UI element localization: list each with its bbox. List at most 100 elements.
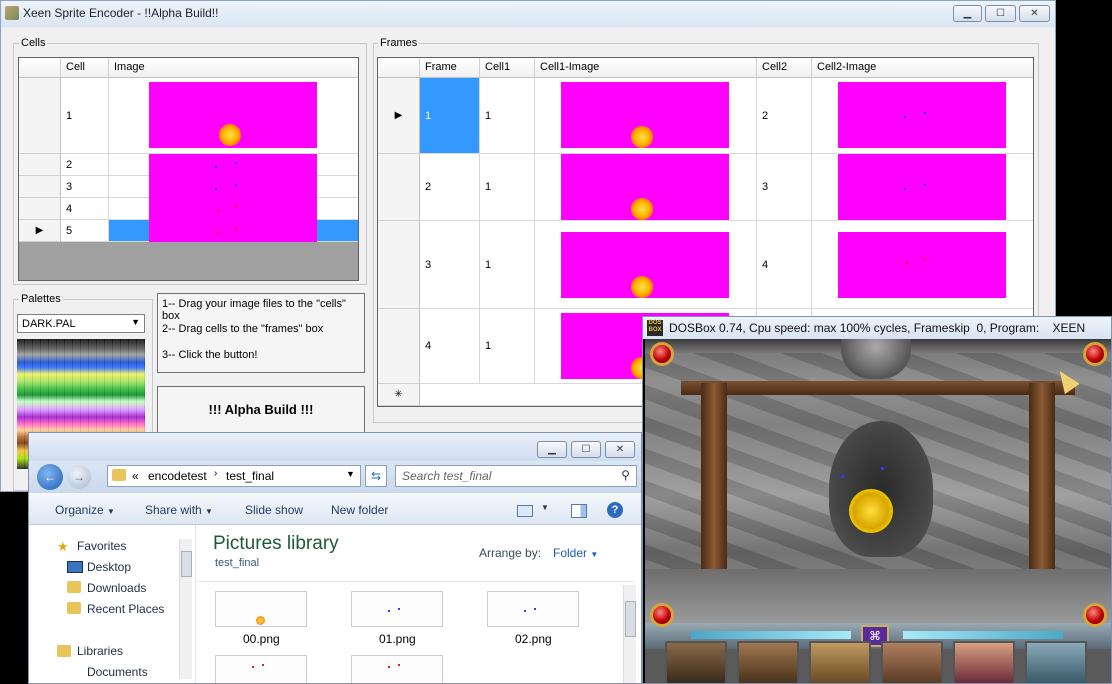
explorer-maximize-button[interactable]: ☐ [571, 441, 601, 458]
breadcrumb-test-final[interactable]: test_final [226, 469, 274, 483]
cells-grid[interactable]: Cell Image 1 2 3 4 ▶ 5 [18, 57, 359, 281]
cells-row-4-image[interactable] [109, 198, 358, 220]
breadcrumb-encodetest[interactable]: encodetest [148, 469, 207, 483]
maximize-button[interactable]: ☐ [985, 5, 1016, 22]
file-name-00[interactable]: 00.png [243, 632, 280, 646]
party-portrait[interactable] [665, 641, 727, 683]
arrange-by-dropdown[interactable]: Folder ▼ [553, 546, 598, 560]
cells-row-1-id[interactable]: 1 [61, 78, 109, 154]
nav-scrollbar-thumb[interactable] [181, 551, 192, 577]
breadcrumb-overflow[interactable]: « [132, 469, 139, 483]
frames-row-4-frame[interactable]: 4 [420, 309, 480, 384]
share-with-menu[interactable]: Share with ▼ [145, 503, 213, 517]
frames-col-cell2-image[interactable]: Cell2-Image [812, 58, 1033, 78]
nav-recent-places[interactable]: Recent Places [87, 602, 164, 616]
main-titlebar[interactable]: Xeen Sprite Encoder - !!Alpha Build!! ▁ … [1, 1, 1055, 27]
party-portrait[interactable] [809, 641, 871, 683]
frames-row-3-cell1[interactable]: 1 [480, 221, 535, 309]
cells-row-header[interactable] [19, 78, 61, 154]
cells-row-2-image[interactable] [109, 154, 358, 176]
frames-row-header[interactable] [378, 309, 420, 384]
frames-row-header[interactable] [378, 154, 420, 221]
frames-row-header-current[interactable]: ▶ [378, 78, 420, 154]
frames-row-1-cell2[interactable]: 2 [757, 78, 812, 154]
cells-row-2-id[interactable]: 2 [61, 154, 109, 176]
frames-row-1-cell1[interactable]: 1 [480, 78, 535, 154]
frames-row-2-cell1[interactable]: 1 [480, 154, 535, 221]
cells-row-3-id[interactable]: 3 [61, 176, 109, 198]
frames-row-2-cell2-image[interactable] [812, 154, 1033, 221]
nav-favorites[interactable]: Favorites [77, 539, 126, 553]
party-portrait[interactable] [737, 641, 799, 683]
party-portrait[interactable] [881, 641, 943, 683]
frames-row-3-frame[interactable]: 3 [420, 221, 480, 309]
frames-row-3-cell2[interactable]: 4 [757, 221, 812, 309]
forward-button[interactable]: → [67, 465, 91, 489]
frames-row-1-cell2-image[interactable] [812, 78, 1033, 154]
search-icon[interactable]: ⚲ [621, 468, 630, 482]
help-icon[interactable]: ? [607, 502, 623, 518]
view-dropdown-icon[interactable]: ▼ [541, 503, 549, 512]
frames-col-cell1[interactable]: Cell1 [480, 58, 535, 78]
search-box[interactable]: Search test_final ⚲ [395, 465, 637, 487]
content-scrollbar[interactable] [623, 585, 636, 683]
cells-row-4-id[interactable]: 4 [61, 198, 109, 220]
cells-row-header[interactable] [19, 154, 61, 176]
back-button[interactable]: ← [37, 464, 63, 490]
dosbox-titlebar[interactable]: DOS BOX DOSBox 0.74, Cpu speed: max 100%… [643, 317, 1111, 339]
address-bar[interactable]: « encodetest › test_final ▼ [107, 465, 361, 487]
nav-desktop[interactable]: Desktop [87, 560, 131, 574]
cells-col-image[interactable]: Image [109, 58, 358, 78]
cells-row-1-image[interactable] [109, 78, 358, 154]
frames-col-cell2[interactable]: Cell2 [757, 58, 812, 78]
frames-new-row-header[interactable]: ✳ [378, 384, 420, 406]
cells-row-5-image[interactable] [109, 220, 358, 242]
address-dropdown-icon[interactable]: ▼ [346, 469, 355, 479]
organize-menu[interactable]: Organize ▼ [55, 503, 115, 517]
nav-downloads[interactable]: Downloads [87, 581, 146, 595]
new-folder-button[interactable]: New folder [331, 503, 388, 517]
frames-row-2-frame[interactable]: 2 [420, 154, 480, 221]
nav-documents[interactable]: Documents [87, 665, 148, 679]
frames-row-1-frame[interactable]: 1 [420, 78, 480, 154]
frames-row-1-cell1-image[interactable] [535, 78, 757, 154]
frames-row-4-cell1[interactable]: 1 [480, 309, 535, 384]
nav-scrollbar[interactable] [179, 539, 192, 679]
alpha-build-button[interactable]: !!! Alpha Build !!! [157, 386, 365, 434]
file-thumbnail-02[interactable] [487, 591, 579, 627]
slide-show-button[interactable]: Slide show [245, 503, 303, 517]
party-portrait[interactable] [1025, 641, 1087, 683]
close-button[interactable]: ✕ [1019, 5, 1050, 22]
cells-row-header[interactable] [19, 176, 61, 198]
file-name-01[interactable]: 01.png [379, 632, 416, 646]
change-view-icon[interactable] [517, 505, 533, 517]
file-thumbnail-00[interactable] [215, 591, 307, 627]
nav-libraries[interactable]: Libraries [77, 644, 123, 658]
frames-row-2-cell1-image[interactable] [535, 154, 757, 221]
minimize-button[interactable]: ▁ [953, 5, 982, 22]
frames-col-cell1-image[interactable]: Cell1-Image [535, 58, 757, 78]
content-scrollbar-thumb[interactable] [625, 601, 636, 637]
explorer-titlebar[interactable]: ▁ ☐ ✕ [29, 433, 641, 461]
frames-row-2-cell2[interactable]: 3 [757, 154, 812, 221]
file-thumbnail-03[interactable] [215, 655, 307, 683]
frames-row-3-cell2-image[interactable] [812, 221, 1033, 309]
cells-row-3-image[interactable] [109, 176, 358, 198]
frames-row-header[interactable] [378, 221, 420, 309]
cells-row-header-current[interactable]: ▶ [19, 220, 61, 242]
explorer-minimize-button[interactable]: ▁ [537, 441, 567, 458]
palette-select[interactable]: DARK.PAL ▼ [17, 314, 145, 333]
cells-row-header[interactable] [19, 198, 61, 220]
file-thumbnail-01[interactable] [351, 591, 443, 627]
file-name-02[interactable]: 02.png [515, 632, 552, 646]
preview-pane-icon[interactable] [571, 504, 587, 518]
explorer-close-button[interactable]: ✕ [605, 441, 635, 458]
cells-col-cell[interactable]: Cell [61, 58, 109, 78]
cells-row-5-id[interactable]: 5 [61, 220, 109, 242]
frames-row-3-cell1-image[interactable] [535, 221, 757, 309]
party-portrait[interactable] [953, 641, 1015, 683]
frames-col-frame[interactable]: Frame [420, 58, 480, 78]
file-thumbnail-04[interactable] [351, 655, 443, 683]
refresh-button[interactable]: ⇆ [365, 465, 387, 487]
xeen-game-viewport[interactable]: ⌘ [645, 339, 1111, 683]
